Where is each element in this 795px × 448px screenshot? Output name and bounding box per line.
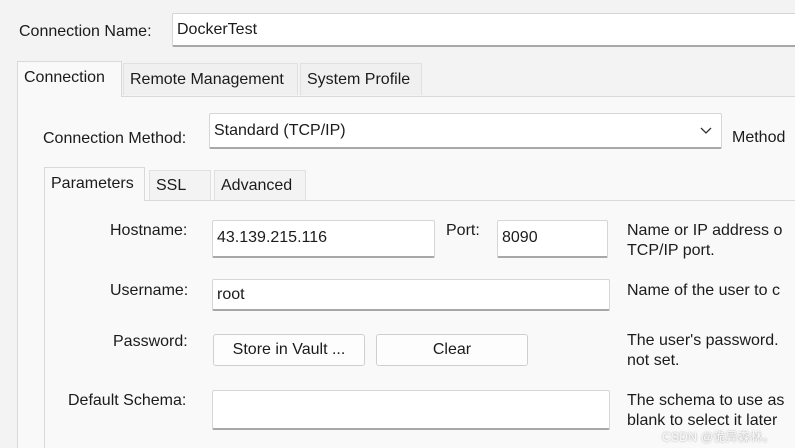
chevron-down-icon xyxy=(699,123,713,142)
password-description-line2: not set. xyxy=(627,352,680,369)
tab-system-profile[interactable]: System Profile xyxy=(300,63,422,95)
subtab-advanced[interactable]: Advanced xyxy=(214,170,306,200)
hostname-description-line2: TCP/IP port. xyxy=(627,242,715,259)
default-schema-label: Default Schema: xyxy=(68,392,187,409)
port-input[interactable]: 8090 xyxy=(497,220,608,258)
default-schema-description-line1: The schema to use as xyxy=(627,392,785,409)
tab-remote-management[interactable]: Remote Management xyxy=(123,63,298,95)
hostname-input[interactable]: 43.139.215.116 xyxy=(212,220,435,258)
connection-method-select[interactable]: Standard (TCP/IP) xyxy=(209,113,722,149)
connection-method-value: Standard (TCP/IP) xyxy=(214,122,346,139)
hostname-label: Hostname: xyxy=(110,222,188,239)
connection-method-label: Connection Method: xyxy=(43,130,187,147)
password-label: Password: xyxy=(113,333,188,350)
port-label: Port: xyxy=(446,222,480,239)
username-input[interactable]: root xyxy=(212,279,610,311)
default-schema-input[interactable] xyxy=(212,390,610,430)
subtab-parameters[interactable]: Parameters xyxy=(44,167,145,201)
store-in-vault-button[interactable]: Store in Vault ... xyxy=(213,334,365,366)
password-description-line1: The user's password. xyxy=(627,332,779,349)
clear-password-button[interactable]: Clear xyxy=(376,334,528,366)
subtab-ssl[interactable]: SSL xyxy=(149,170,211,200)
tab-connection[interactable]: Connection xyxy=(17,61,122,97)
connection-settings-window: Connection Name: DockerTest Connection R… xyxy=(0,0,795,448)
connection-name-label: Connection Name: xyxy=(19,23,152,40)
csdn-watermark: CSDN @诡异森林。 xyxy=(662,430,775,444)
connection-name-input[interactable]: DockerTest xyxy=(172,13,795,47)
connection-method-description: Method xyxy=(732,129,786,146)
username-label: Username: xyxy=(110,282,189,299)
hostname-description-line1: Name or IP address o xyxy=(627,222,783,239)
username-description: Name of the user to c xyxy=(627,282,780,299)
